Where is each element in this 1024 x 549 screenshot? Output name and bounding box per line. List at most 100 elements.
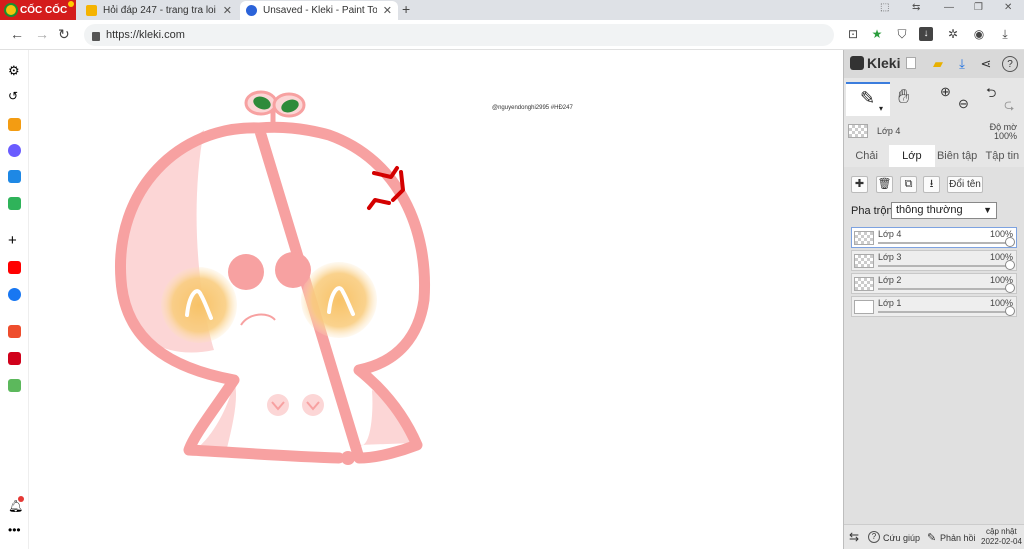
layer-opacity-knob[interactable] <box>1005 283 1015 293</box>
help-icon[interactable]: ? <box>1002 56 1018 72</box>
undo-icon[interactable]: ⮌ <box>986 84 996 106</box>
tab-brush[interactable]: Chải <box>844 145 889 167</box>
zalo-icon[interactable] <box>8 170 21 183</box>
hoidap-favicon-icon <box>86 5 97 16</box>
tab-close-icon[interactable]: ✕ <box>223 4 232 17</box>
shop-icon[interactable] <box>8 352 21 365</box>
update-label: cập nhật <box>986 527 1017 536</box>
lock-icon <box>92 31 100 41</box>
minimize-icon[interactable]: — <box>944 2 954 13</box>
browser-brand[interactable]: CỐC CỐC <box>0 0 76 20</box>
panel-footer: ⇆ ? Cứu giúp ✎ Phản hồi cập nhật 2022-02… <box>844 524 1024 549</box>
tab-edit[interactable]: Biên tập <box>935 145 980 167</box>
layer-opacity-track[interactable] <box>878 242 1011 244</box>
tab-title: Unsaved - Kleki - Paint Tool <box>263 5 377 16</box>
layer-name: Lớp 2 <box>878 275 902 285</box>
layer-opacity-knob[interactable] <box>1005 260 1015 270</box>
new-image-icon[interactable] <box>906 57 916 69</box>
zoom-out-icon[interactable]: ⊖ <box>958 96 969 112</box>
address-bar: ← → ↻ https://kleki.com ⊡ ★ ⛉ ↓ ✲ ◉ ⤓ <box>0 20 1024 50</box>
chevron-down-icon[interactable]: ▾ <box>879 104 883 113</box>
current-layer-info: Lớp 4 Độ mờ 100% <box>844 120 1024 142</box>
bookmark-star-icon[interactable]: ★ <box>870 27 884 41</box>
reload-icon[interactable]: ↻ <box>58 26 70 43</box>
merge-layer-button[interactable]: ⭳ <box>923 176 940 193</box>
layer-item[interactable]: Lớp 1 100% <box>851 296 1017 317</box>
feedback-icon[interactable]: ✎ <box>927 531 936 544</box>
save-icon[interactable]: ⤓ <box>954 56 970 72</box>
help-circle-icon[interactable]: ? <box>868 531 880 543</box>
add-layer-button[interactable]: ✚ <box>851 176 868 193</box>
profile-icon[interactable]: ◉ <box>972 27 986 41</box>
tab-bar: CỐC CỐC Hỏi đáp 247 - trang tra loi ✕ Un… <box>0 0 1024 20</box>
blend-mode-select[interactable]: thông thường ▼ <box>891 202 997 219</box>
layer-opacity-track[interactable] <box>878 311 1011 313</box>
url-field[interactable]: https://kleki.com <box>84 24 834 46</box>
game-icon[interactable] <box>8 197 21 210</box>
new-tab-icon[interactable]: + <box>402 1 410 17</box>
kleki-favicon-icon <box>246 5 257 16</box>
drawing-canvas[interactable]: @nguyendonghi2995 #HĐ247 <box>29 50 843 549</box>
layer-opacity-track[interactable] <box>878 288 1011 290</box>
tab-layers[interactable]: Lớp <box>889 145 935 167</box>
layer-opacity-knob[interactable] <box>1005 237 1015 247</box>
downloads-icon[interactable]: ⤓ <box>998 27 1012 41</box>
duplicate-layer-button[interactable]: ⧉ <box>900 176 917 193</box>
feedback-link[interactable]: Phản hồi <box>940 533 976 543</box>
delete-layer-button[interactable]: 🗑︎ <box>876 176 893 193</box>
help-link[interactable]: Cứu giúp <box>883 533 920 543</box>
blend-label: Pha trộn <box>851 205 893 217</box>
zoom-in-icon[interactable]: ⊕ <box>940 84 951 100</box>
youtube-icon[interactable] <box>8 261 21 274</box>
settings-icon[interactable]: ⚙ <box>8 64 21 77</box>
hand-tool-icon[interactable]: ✋︎ <box>898 86 909 109</box>
current-layer-name: Lớp 4 <box>877 126 901 136</box>
redo-icon[interactable]: ⮎ <box>1004 96 1014 118</box>
history-icon[interactable]: ↺ <box>8 90 21 103</box>
layer-opacity-track[interactable] <box>878 265 1011 267</box>
layer-opacity-knob[interactable] <box>1005 306 1015 316</box>
sync-icon[interactable]: ⇆ <box>912 2 920 13</box>
layer-item[interactable]: Lớp 2 100% <box>851 273 1017 294</box>
kleki-panel: Kleki ▰ ⤓ ⋖ ? ✎ ▾ ✋︎ ⊕ ⊖ ⮌ ⮎ Lớp 4 Độ mờ… <box>843 50 1024 549</box>
layer-item[interactable]: Lớp 4 100% <box>851 227 1017 248</box>
layer-item[interactable]: Lớp 3 100% <box>851 250 1017 271</box>
layer-name: Lớp 1 <box>878 298 902 308</box>
tab-close-icon[interactable]: ✕ <box>383 4 392 17</box>
bell-icon[interactable]: 🔔︎ <box>8 500 23 513</box>
sheets-icon[interactable] <box>8 379 21 392</box>
crown-icon[interactable] <box>8 118 21 131</box>
facebook-icon[interactable] <box>8 288 21 301</box>
back-icon[interactable]: ← <box>10 26 24 42</box>
download-ext-icon[interactable]: ↓ <box>919 27 933 41</box>
update-date: 2022-02-04 <box>981 537 1022 546</box>
tab-hoidap[interactable]: Hỏi đáp 247 - trang tra loi ✕ <box>80 1 238 20</box>
translate-icon[interactable]: ⊡ <box>846 27 860 41</box>
window-close-icon[interactable]: ✕ <box>1004 2 1012 13</box>
open-folder-icon[interactable]: ▰ <box>930 56 946 72</box>
rename-layer-button[interactable]: Đổi tên <box>947 176 983 193</box>
shopee-icon[interactable] <box>8 325 21 338</box>
layer-name: Lớp 4 <box>878 229 902 239</box>
capture-icon[interactable]: ⬚ <box>880 2 889 13</box>
bottom-dot <box>341 451 355 465</box>
messenger-icon[interactable] <box>8 144 21 157</box>
more-icon[interactable]: ••• <box>8 524 21 537</box>
share-icon[interactable]: ⋖ <box>978 56 994 72</box>
blend-mode-value: thông thường <box>896 204 963 216</box>
maximize-icon[interactable]: ❐ <box>974 2 983 13</box>
extensions-icon[interactable]: ✲ <box>946 27 960 41</box>
add-shortcut-icon[interactable]: + <box>8 233 21 248</box>
brush-tool-button[interactable]: ✎ ▾ <box>846 82 890 116</box>
tab-file[interactable]: Tập tin <box>980 145 1024 167</box>
forward-icon[interactable]: → <box>35 26 49 42</box>
shield-icon[interactable]: ⛉ <box>895 27 909 41</box>
notification-dot-icon <box>68 1 74 7</box>
swap-icon[interactable]: ⇆ <box>849 530 859 544</box>
foot-left <box>267 394 289 416</box>
kleki-logo-text: Kleki <box>867 55 901 71</box>
kleki-logo[interactable]: Kleki <box>850 55 900 71</box>
drawing-art <box>115 90 431 465</box>
tab-kleki[interactable]: Unsaved - Kleki - Paint Tool ✕ <box>240 1 398 20</box>
panel-header: Kleki ▰ ⤓ ⋖ ? <box>844 50 1024 78</box>
